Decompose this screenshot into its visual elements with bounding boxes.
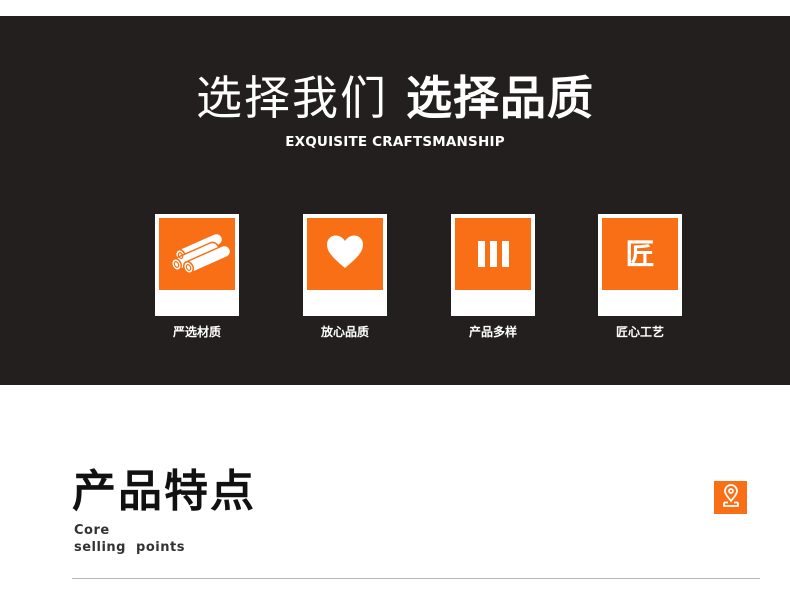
section-title: 产品特点	[72, 466, 256, 517]
hero-title: 选择我们 选择品质	[0, 66, 790, 130]
feature-card-quality: 放心品质	[303, 214, 387, 339]
feature-tile: 匠	[602, 218, 678, 290]
location-pin-button	[714, 481, 747, 514]
feature-tile	[159, 218, 235, 290]
section-divider	[72, 578, 760, 579]
feature-label: 产品多样	[468, 325, 517, 339]
craftsman-glyph-icon: 匠	[625, 236, 655, 271]
section-subtitle-line2: selling points	[74, 540, 185, 555]
hero-title-light: 选择我们	[196, 71, 388, 125]
hero-subtitle: EXQUISITE CRAFTSMANSHIP	[285, 134, 505, 150]
feature-card-frame	[155, 214, 239, 316]
feature-card-frame	[451, 214, 535, 316]
pipes-icon	[164, 226, 232, 282]
feature-card-craftsmanship: 匠 匠心工艺	[598, 214, 682, 339]
feature-card-materials: 严选材质	[155, 214, 239, 339]
feature-tile	[307, 218, 383, 290]
hero-title-bold: 选择品质	[406, 71, 594, 125]
feature-tile	[455, 218, 531, 290]
feature-label: 放心品质	[320, 325, 369, 339]
location-pin-icon	[721, 483, 741, 512]
feature-card-variety: 产品多样	[451, 214, 535, 339]
feature-label: 严选材质	[172, 325, 221, 339]
heart-icon	[325, 234, 365, 274]
section-subtitle: Core selling points	[74, 522, 185, 556]
feature-card-frame: 匠	[598, 214, 682, 316]
feature-label: 匠心工艺	[615, 325, 664, 339]
bars-icon	[477, 241, 509, 267]
feature-card-frame	[303, 214, 387, 316]
section-subtitle-line1: Core	[74, 523, 110, 538]
